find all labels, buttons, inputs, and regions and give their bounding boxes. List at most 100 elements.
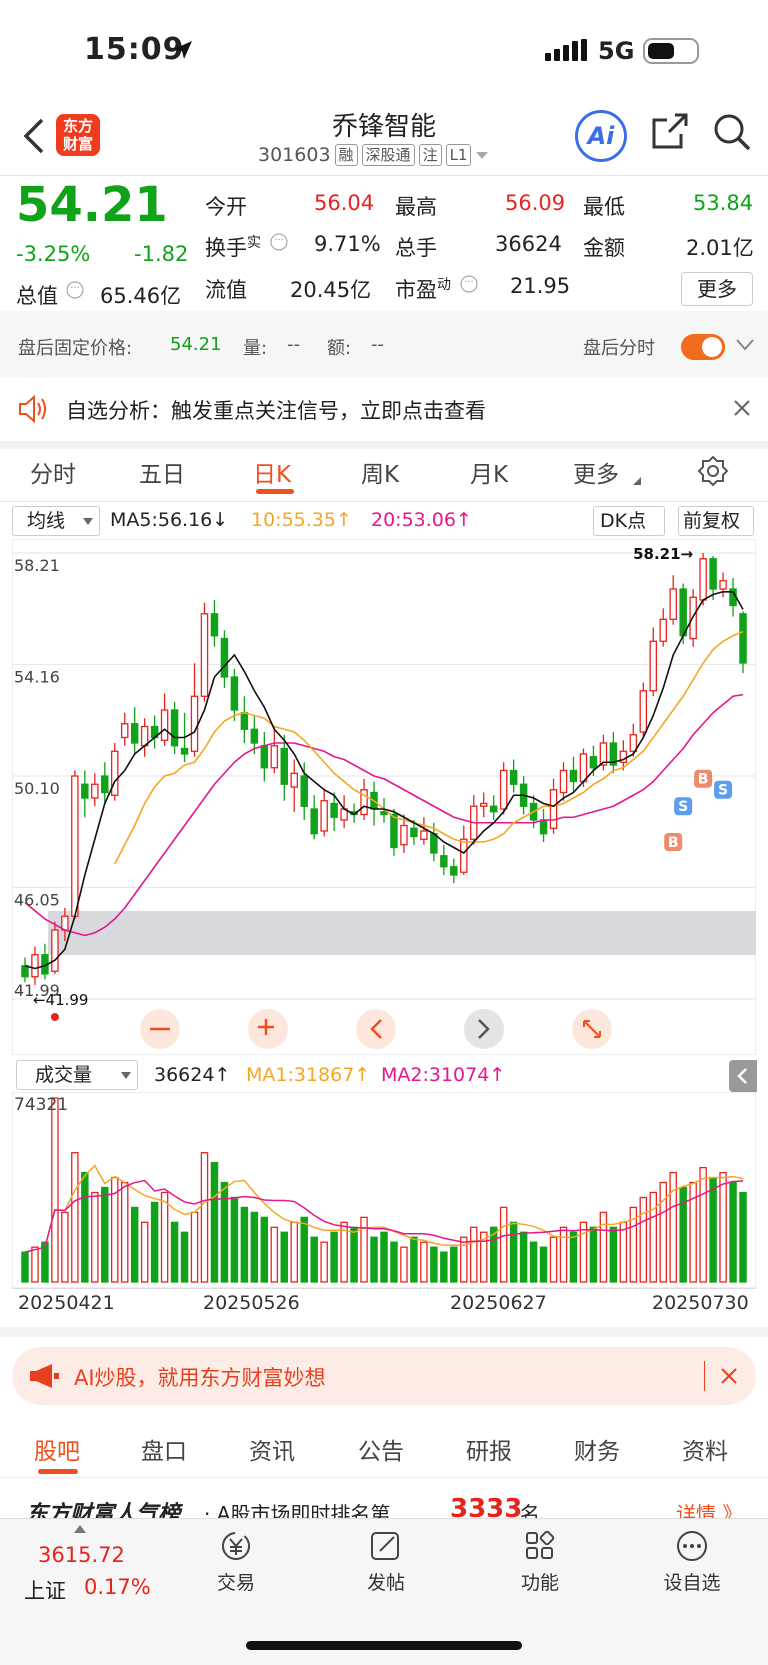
float-cap: 20.45亿 <box>290 278 372 302</box>
candle-body <box>220 637 229 678</box>
alert-banner[interactable]: 自选分析：触发重点关注信号，立即点击查看 <box>0 377 768 449</box>
close-icon[interactable] <box>734 400 750 416</box>
candle-body <box>639 690 648 733</box>
candle-body <box>709 558 717 590</box>
candle-body <box>330 802 338 818</box>
tab-5day[interactable]: 五日 <box>139 455 185 489</box>
svg-text:···: ··· <box>70 283 80 294</box>
tab-order-book[interactable]: 盘口 <box>141 1432 187 1466</box>
volume-bar <box>370 1236 378 1283</box>
candle-body <box>509 769 518 785</box>
share-icon[interactable] <box>651 112 689 150</box>
price-adjust-selector[interactable]: 前复权 <box>678 506 754 536</box>
tab-weekly-k[interactable]: 周K <box>361 455 399 489</box>
dk-point-selector[interactable]: DK点 <box>593 506 665 536</box>
volume-chart[interactable]: 74321 <box>12 1092 756 1288</box>
collapse-button[interactable] <box>729 1060 757 1092</box>
ai-button[interactable]: Ai <box>575 110 627 162</box>
change-amount: -1.82 <box>134 242 189 266</box>
functions-button[interactable]: 功能 <box>500 1529 580 1595</box>
popularity-rank-row[interactable]: 东方财富人气榜 · A股市场即时排名第 3333 名 详情 》 <box>0 1490 768 1520</box>
candle-body <box>539 819 548 835</box>
volume-bar <box>499 1206 508 1283</box>
scroll-right-button[interactable] <box>464 1009 504 1049</box>
candle-body <box>649 640 658 692</box>
candle-body <box>71 775 79 917</box>
tab-news[interactable]: 资讯 <box>249 1432 295 1466</box>
scroll-left-button[interactable] <box>356 1009 396 1049</box>
volume-bar <box>599 1211 608 1283</box>
volume-bar <box>51 1097 59 1283</box>
chevron-down-icon[interactable] <box>736 339 754 351</box>
add-watchlist-button[interactable]: 设自选 <box>652 1529 732 1595</box>
search-icon[interactable] <box>712 112 752 152</box>
tab-underline <box>38 1469 78 1474</box>
volume-label: 总手 <box>395 236 437 260</box>
volume-selector[interactable]: 成交量 <box>16 1060 138 1090</box>
tab-more[interactable]: 更多 <box>573 455 619 489</box>
open-label: 今开 <box>205 195 247 219</box>
tab-timeshare[interactable]: 分时 <box>30 455 76 489</box>
volume-bar <box>91 1191 99 1283</box>
volume-bar <box>160 1191 169 1283</box>
close-icon[interactable] <box>721 1368 737 1384</box>
date-axis: 20250421 20250526 20250627 20250730 <box>0 1292 768 1322</box>
tab-research[interactable]: 研报 <box>466 1432 512 1466</box>
post-button[interactable]: 发帖 <box>346 1529 426 1595</box>
index-value[interactable]: 3615.72 <box>38 1543 125 1567</box>
volume-bar <box>150 1201 159 1283</box>
ma10-value: 10:55.35↑ <box>251 509 352 531</box>
stock-code-line[interactable]: 301603 融 深股通 注 L1 <box>258 144 489 166</box>
candle-body <box>160 709 169 741</box>
support-zone <box>48 911 756 955</box>
after-hours-label: 盘后固定价格: <box>18 338 133 359</box>
after-hours-price: 54.21 <box>170 334 222 355</box>
volume-bar <box>709 1176 717 1283</box>
candle-body <box>699 558 707 601</box>
trade-button[interactable]: 交易 <box>196 1529 276 1595</box>
candle-body <box>300 775 308 807</box>
index-change: 0.17% <box>84 1575 151 1599</box>
candle-body <box>270 745 279 769</box>
volume-bar <box>280 1231 289 1283</box>
info-icon[interactable]: ··· <box>270 233 288 251</box>
tab-profile[interactable]: 资料 <box>682 1432 728 1466</box>
candle-body <box>130 723 139 744</box>
edit-post-icon <box>371 1532 399 1560</box>
tab-monthly-k[interactable]: 月K <box>470 455 508 489</box>
ma-selector[interactable]: 均线 <box>12 506 100 536</box>
tab-announcements[interactable]: 公告 <box>358 1432 404 1466</box>
more-button[interactable]: 更多 <box>681 272 753 306</box>
volume-bar <box>589 1226 598 1283</box>
after-hours-toggle[interactable] <box>681 334 725 360</box>
svg-text:···: ··· <box>274 235 284 246</box>
volume-bar <box>21 1251 29 1283</box>
ai-promo-banner[interactable]: AI炒股，就用东方财富妙想 <box>12 1347 756 1405</box>
after-hours-amt-label: 额: <box>327 338 352 359</box>
candle-body <box>569 769 578 783</box>
volume-bar <box>609 1226 618 1283</box>
tab-daily-k[interactable]: 日K <box>253 455 291 489</box>
volume-bar <box>210 1161 219 1283</box>
zoom-in-button[interactable] <box>248 1009 288 1049</box>
volume-bar <box>639 1196 648 1283</box>
candle-body <box>400 824 408 846</box>
volume-bar <box>320 1241 328 1283</box>
tab-financials[interactable]: 财务 <box>574 1432 620 1466</box>
amount: 2.01亿 <box>686 236 754 260</box>
tab-forum[interactable]: 股吧 <box>34 1432 80 1466</box>
rank-detail-link[interactable]: 详情 》 <box>676 1498 742 1520</box>
settings-gear-icon[interactable] <box>697 455 729 487</box>
trade-yen-icon <box>222 1532 250 1560</box>
volume-bar <box>529 1241 538 1283</box>
sell-marker: S <box>714 780 733 799</box>
sell-marker: S <box>674 797 693 816</box>
info-icon[interactable]: ··· <box>66 281 84 299</box>
sell-marker-text: S <box>718 783 728 799</box>
buy-marker: B <box>694 769 713 788</box>
volume-bar <box>619 1221 628 1283</box>
candlestick-chart[interactable]: 58.2154.1650.1046.0541.99 58.21→←41.99BB… <box>12 539 756 1055</box>
info-icon[interactable]: ··· <box>460 275 478 293</box>
volume-bar <box>559 1226 568 1283</box>
high-price: 56.09 <box>505 191 566 215</box>
